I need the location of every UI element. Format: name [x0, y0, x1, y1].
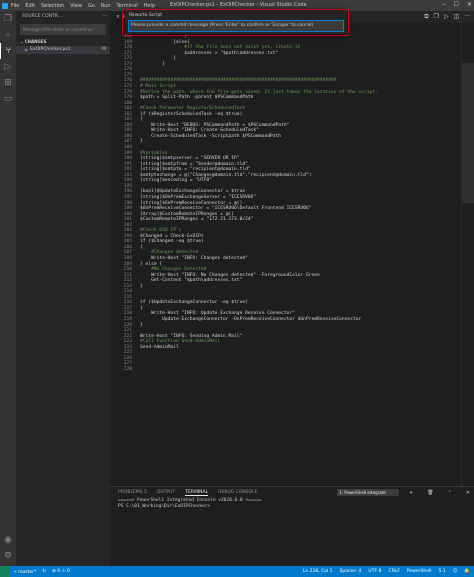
menu-bar: File Edit Selection View Go Run Terminal…: [11, 3, 155, 9]
line-text: [string]$encoding = "UTF8": [140, 178, 212, 184]
powershell-file-icon: ▶: [25, 47, 29, 52]
open-changes-icon[interactable]: ⧉: [424, 13, 428, 21]
minimize-icon[interactable]: –: [443, 1, 446, 8]
split-editor-icon[interactable]: ◫: [454, 13, 460, 21]
editor-actions: ⧉ ❐ ▷ ◫ ···: [424, 13, 470, 21]
gear-icon[interactable]: ⚙: [0, 548, 16, 564]
problems-indicator[interactable]: ⊗ 0 ⚠ 0: [52, 569, 70, 575]
window-title: ExOIPChecker.ps1 - ExOIPChecker - Visual…: [170, 2, 307, 8]
line-text: }: [140, 283, 143, 289]
changes-section-header[interactable]: ⌄ CHANGES: [16, 39, 110, 44]
source-control-icon[interactable]: ⑂: [0, 43, 16, 59]
status-bar: ⑂ master* ↻ ⊗ 0 ⚠ 0 Ln 228, Col 1 Spaces…: [0, 566, 474, 577]
panel-tabs: PROBLEMS 5 OUTPUT TERMINAL DEBUG CONSOLE…: [110, 487, 474, 498]
commit-message-input[interactable]: Message (Ctrl+Enter to commit on '...: [20, 24, 106, 35]
explorer-icon[interactable]: ❐: [0, 11, 16, 27]
tab-problems[interactable]: PROBLEMS 5: [118, 490, 147, 495]
modified-badge: M: [102, 47, 106, 52]
changed-file-item[interactable]: ▶ ExOIPChecker.ps1 M: [16, 46, 110, 54]
minimap[interactable]: [461, 23, 474, 486]
tab-close-icon[interactable]: ✕: [116, 15, 120, 20]
menu-run[interactable]: Run: [101, 3, 111, 9]
powershell-version[interactable]: 5.1: [439, 569, 446, 574]
terminal-prompt: PS C:\01_Working\Dir\ExOIPChecker>: [118, 504, 211, 509]
line-ending[interactable]: CRLF: [389, 569, 400, 574]
code-editor[interactable]: 166 }else{167 return $false168 }169 }els…: [110, 23, 462, 486]
tab-debug-console[interactable]: DEBUG CONSOLE: [218, 490, 257, 495]
line-text: Create-ScheduledTask -Scriptpath $PSComm…: [140, 133, 282, 139]
remote-indicator-icon[interactable]: [0, 566, 10, 577]
line-text: if ($UpdateExchangeConnector -eq $true): [140, 300, 248, 306]
encoding[interactable]: UTF-8: [368, 569, 381, 574]
search-icon[interactable]: ⌕: [0, 27, 16, 43]
account-icon[interactable]: ◉: [0, 532, 16, 548]
line-text: }: [140, 139, 143, 145]
close-icon[interactable]: ✕: [467, 1, 472, 8]
line-text: Update-ExchangeConnector -OnPremReceiveC…: [140, 316, 362, 322]
more-actions-icon[interactable]: ···: [103, 11, 107, 23]
indentation[interactable]: Spaces: 4: [340, 569, 362, 574]
bottom-panel: PROBLEMS 5 OUTPUT TERMINAL DEBUG CONSOLE…: [110, 486, 474, 567]
line-text: if ($RegisterScheduledTask -eq $true): [140, 111, 243, 117]
line-text: Get-Content "$path\addresses.txt": [140, 278, 243, 284]
problems-count: 5: [144, 490, 147, 495]
editor-area: ✕ ExOIPChecker.ps1 ⧉ ❐ ▷ ◫ ··· 166 }else…: [110, 11, 474, 486]
sidebar-title: SOURCE CONTR...: [22, 14, 63, 19]
line-number: 228: [123, 366, 132, 372]
activity-bar: ❐ ⌕ ⑂ ▷ ⊞ ▭ ◉ ⚙: [0, 11, 16, 566]
source-control-sidebar: SOURCE CONTR... ··· Message (Ctrl+Enter …: [16, 11, 110, 566]
tab-terminal[interactable]: TERMINAL: [185, 490, 209, 496]
menu-go[interactable]: Go: [88, 3, 95, 9]
maximize-icon[interactable]: ☐: [454, 1, 459, 8]
language-mode[interactable]: PowerShell: [407, 569, 432, 574]
highlight-annotation: [122, 9, 349, 36]
sidebar-header: SOURCE CONTR... ···: [16, 11, 110, 23]
menu-view[interactable]: View: [70, 3, 82, 9]
remote-explorer-icon[interactable]: ▭: [0, 91, 16, 107]
minimap-slider[interactable]: [462, 63, 474, 203]
line-text: if ($Changed -eq $true): [140, 239, 204, 245]
more-icon[interactable]: ···: [464, 13, 470, 21]
terminal-select[interactable]: 1: PowerShell Integrate: [337, 489, 400, 496]
panel-close-icon[interactable]: ✕: [466, 490, 470, 496]
terminal-output[interactable]: =====> PowerShell Integrated Console v20…: [110, 498, 474, 510]
menu-file[interactable]: File: [11, 3, 19, 9]
line-text: $CustomRemoteIPRanges = "172.21.173.0/24…: [140, 217, 254, 223]
menu-edit[interactable]: Edit: [25, 3, 35, 9]
bell-icon[interactable]: 🔔: [464, 569, 470, 574]
changed-file-name: ExOIPChecker.ps1: [30, 47, 71, 52]
chevron-up-icon[interactable]: ⌃: [448, 490, 452, 496]
window-controls: – ☐ ✕: [443, 1, 472, 8]
menu-selection[interactable]: Selection: [41, 3, 64, 9]
trash-icon[interactable]: 🗑: [427, 490, 433, 496]
line-text: $path = Split-Path -parent $PSCommandPat…: [140, 95, 254, 101]
line-text: Send-AdminMail: [140, 344, 179, 350]
git-branch[interactable]: ⑂ master*: [14, 569, 36, 575]
extensions-icon[interactable]: ⊞: [0, 75, 16, 91]
code-line: 228: [110, 367, 462, 373]
sync-icon[interactable]: ↻: [42, 569, 46, 575]
tab-output[interactable]: OUTPUT: [157, 490, 175, 495]
line-text: }: [140, 322, 143, 328]
open-file-icon[interactable]: ❐: [434, 13, 439, 21]
run-icon[interactable]: ▷: [444, 13, 449, 21]
new-terminal-icon[interactable]: +: [409, 490, 413, 496]
vscode-logo-icon: [2, 2, 8, 9]
run-debug-icon[interactable]: ▷: [0, 59, 16, 75]
line-text: }: [140, 61, 165, 67]
menu-terminal[interactable]: Terminal: [117, 3, 138, 9]
feedback-icon[interactable]: ☺: [453, 569, 458, 574]
cursor-position[interactable]: Ln 228, Col 1: [303, 569, 333, 574]
menu-help[interactable]: Help: [144, 3, 155, 9]
